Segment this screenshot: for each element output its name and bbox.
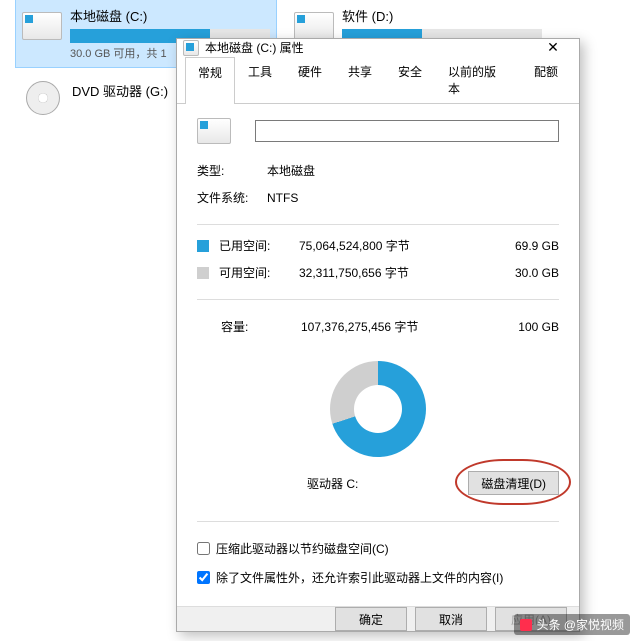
watermark-logo-icon xyxy=(520,619,532,631)
drive-letter-label: 驱动器 C: xyxy=(197,475,468,492)
used-human: 69.9 GB xyxy=(499,239,559,253)
dvd-icon xyxy=(22,81,64,123)
compress-checkbox-row[interactable]: 压缩此驱动器以节约磁盘空间(C) xyxy=(197,540,559,557)
index-checkbox-row[interactable]: 除了文件属性外，还允许索引此驱动器上文件的内容(I) xyxy=(197,569,559,586)
dialog-title: 本地磁盘 (C:) 属性 xyxy=(205,39,533,56)
tab-previous[interactable]: 以前的版本 xyxy=(435,56,521,103)
tab-security[interactable]: 安全 xyxy=(385,56,435,103)
filesystem-value: NTFS xyxy=(267,191,559,205)
free-human: 30.0 GB xyxy=(499,266,559,280)
type-label: 类型: xyxy=(197,162,267,179)
ok-button[interactable]: 确定 xyxy=(335,607,407,631)
close-icon[interactable]: ✕ xyxy=(533,39,573,56)
drive-icon xyxy=(183,40,199,56)
separator xyxy=(197,299,559,300)
type-value: 本地磁盘 xyxy=(267,162,559,179)
tab-general[interactable]: 常规 xyxy=(185,57,235,104)
free-label: 可用空间: xyxy=(219,264,299,281)
capacity-human: 100 GB xyxy=(499,320,559,334)
used-bytes: 75,064,524,800 字节 xyxy=(299,237,499,254)
free-bytes: 32,311,750,656 字节 xyxy=(299,264,499,281)
usage-pie-chart xyxy=(330,361,426,457)
drive-icon xyxy=(197,118,231,144)
tab-strip: 常规 工具 硬件 共享 安全 以前的版本 配额 xyxy=(177,56,579,104)
disk-cleanup-button[interactable]: 磁盘清理(D) xyxy=(468,471,559,495)
tab-sharing[interactable]: 共享 xyxy=(335,56,385,103)
index-checkbox[interactable] xyxy=(197,571,210,584)
filesystem-label: 文件系统: xyxy=(197,189,267,206)
tab-hardware[interactable]: 硬件 xyxy=(285,56,335,103)
watermark: 头条 @家悦视频 xyxy=(514,614,630,635)
separator xyxy=(197,224,559,225)
free-color-swatch xyxy=(197,267,209,279)
capacity-bytes: 107,376,275,456 字节 xyxy=(301,318,499,335)
volume-label-input[interactable] xyxy=(255,120,559,142)
titlebar[interactable]: 本地磁盘 (C:) 属性 ✕ xyxy=(177,39,579,56)
compress-checkbox[interactable] xyxy=(197,542,210,555)
compress-label: 压缩此驱动器以节约磁盘空间(C) xyxy=(216,540,389,557)
cancel-button[interactable]: 取消 xyxy=(415,607,487,631)
used-color-swatch xyxy=(197,240,209,252)
drive-name: 软件 (D:) xyxy=(342,6,542,25)
tab-tools[interactable]: 工具 xyxy=(235,56,285,103)
index-label: 除了文件属性外，还允许索引此驱动器上文件的内容(I) xyxy=(216,569,503,586)
drive-icon xyxy=(294,12,334,40)
separator xyxy=(197,521,559,522)
used-label: 已用空间: xyxy=(219,237,299,254)
drive-icon xyxy=(22,12,62,40)
drive-name: 本地磁盘 (C:) xyxy=(70,6,270,25)
capacity-label: 容量: xyxy=(221,318,301,335)
watermark-text: 头条 @家悦视频 xyxy=(536,616,624,633)
drive-name: DVD 驱动器 (G:) xyxy=(72,81,168,100)
properties-dialog: 本地磁盘 (C:) 属性 ✕ 常规 工具 硬件 共享 安全 以前的版本 配额 类… xyxy=(176,38,580,632)
tab-quota[interactable]: 配额 xyxy=(521,56,571,103)
